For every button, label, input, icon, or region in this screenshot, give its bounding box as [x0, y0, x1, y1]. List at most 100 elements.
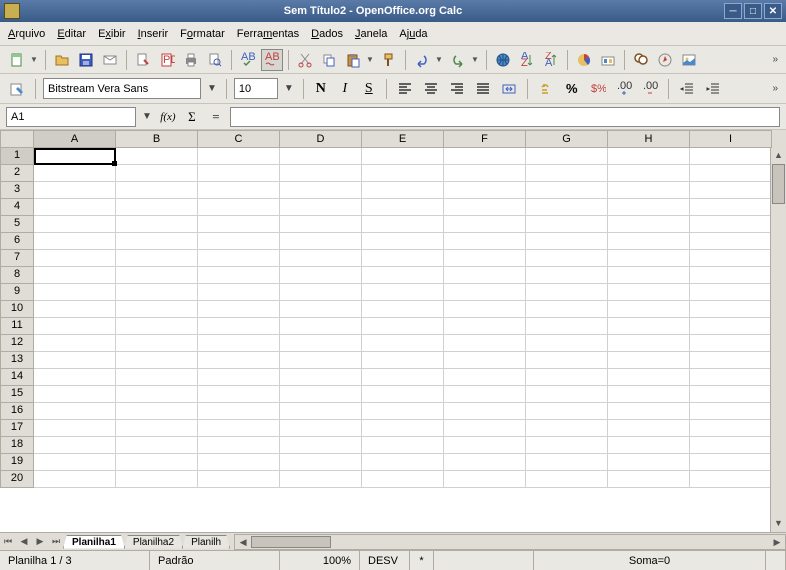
menu-ajuda[interactable]: Ajuda — [399, 28, 427, 40]
sheet-tab-3[interactable]: Planilh — [182, 535, 230, 549]
cell-A1[interactable] — [34, 148, 116, 165]
cell-C11[interactable] — [198, 318, 280, 335]
undo-button[interactable] — [411, 49, 433, 71]
underline-button[interactable]: S — [359, 79, 379, 99]
column-header-F[interactable]: F — [444, 130, 526, 148]
cell-A4[interactable] — [34, 199, 116, 216]
row-header-11[interactable]: 11 — [0, 318, 34, 335]
cell-B7[interactable] — [116, 250, 198, 267]
print-button[interactable] — [180, 49, 202, 71]
cell-I14[interactable] — [690, 369, 772, 386]
menu-inserir[interactable]: Inserir — [138, 28, 169, 40]
sort-desc-button[interactable]: ZA — [540, 49, 562, 71]
cell-H15[interactable] — [608, 386, 690, 403]
cell-H3[interactable] — [608, 182, 690, 199]
cell-A7[interactable] — [34, 250, 116, 267]
cell-D1[interactable] — [280, 148, 362, 165]
name-box-dropdown[interactable]: ▼ — [140, 111, 154, 122]
cell-D4[interactable] — [280, 199, 362, 216]
cell-F18[interactable] — [444, 437, 526, 454]
cell-H4[interactable] — [608, 199, 690, 216]
row-header-3[interactable]: 3 — [0, 182, 34, 199]
cell-E14[interactable] — [362, 369, 444, 386]
cell-I11[interactable] — [690, 318, 772, 335]
styles-button[interactable] — [6, 78, 28, 100]
cell-A15[interactable] — [34, 386, 116, 403]
cell-I19[interactable] — [690, 454, 772, 471]
cell-F3[interactable] — [444, 182, 526, 199]
row-header-13[interactable]: 13 — [0, 352, 34, 369]
redo-dropdown[interactable]: ▼ — [471, 55, 481, 64]
row-header-20[interactable]: 20 — [0, 471, 34, 488]
cell-F9[interactable] — [444, 284, 526, 301]
cell-G19[interactable] — [526, 454, 608, 471]
row-header-8[interactable]: 8 — [0, 267, 34, 284]
tab-next-button[interactable]: ▶ — [32, 534, 48, 550]
navigator-button[interactable] — [654, 49, 676, 71]
font-size-dropdown[interactable]: ▼ — [282, 83, 296, 94]
cell-H11[interactable] — [608, 318, 690, 335]
new-button[interactable] — [6, 49, 28, 71]
cell-E12[interactable] — [362, 335, 444, 352]
cell-G11[interactable] — [526, 318, 608, 335]
cell-A18[interactable] — [34, 437, 116, 454]
align-left-button[interactable] — [394, 78, 416, 100]
cell-F12[interactable] — [444, 335, 526, 352]
cell-I20[interactable] — [690, 471, 772, 488]
sheet-tab-2[interactable]: Planilha2 — [124, 535, 183, 549]
row-header-19[interactable]: 19 — [0, 454, 34, 471]
row-header-1[interactable]: 1 — [0, 148, 34, 165]
cell-D3[interactable] — [280, 182, 362, 199]
currency-button[interactable] — [535, 78, 557, 100]
cell-C15[interactable] — [198, 386, 280, 403]
cell-H2[interactable] — [608, 165, 690, 182]
cell-C6[interactable] — [198, 233, 280, 250]
maximize-button[interactable]: □ — [744, 3, 762, 19]
cell-B10[interactable] — [116, 301, 198, 318]
autospell-button[interactable]: ABC — [261, 49, 283, 71]
cell-A9[interactable] — [34, 284, 116, 301]
row-header-15[interactable]: 15 — [0, 386, 34, 403]
cell-I10[interactable] — [690, 301, 772, 318]
cell-H1[interactable] — [608, 148, 690, 165]
open-button[interactable] — [51, 49, 73, 71]
cell-E6[interactable] — [362, 233, 444, 250]
cell-A11[interactable] — [34, 318, 116, 335]
sum-button[interactable]: Σ — [182, 107, 202, 127]
row-header-18[interactable]: 18 — [0, 437, 34, 454]
cell-A2[interactable] — [34, 165, 116, 182]
cell-G5[interactable] — [526, 216, 608, 233]
column-header-C[interactable]: C — [198, 130, 280, 148]
row-header-16[interactable]: 16 — [0, 403, 34, 420]
cell-I6[interactable] — [690, 233, 772, 250]
cell-D9[interactable] — [280, 284, 362, 301]
cell-F13[interactable] — [444, 352, 526, 369]
cell-A16[interactable] — [34, 403, 116, 420]
cell-A14[interactable] — [34, 369, 116, 386]
cell-A6[interactable] — [34, 233, 116, 250]
gallery-button[interactable] — [678, 49, 700, 71]
menu-ferramentas[interactable]: Ferramentas — [237, 28, 299, 40]
cell-F4[interactable] — [444, 199, 526, 216]
row-header-4[interactable]: 4 — [0, 199, 34, 216]
email-button[interactable] — [99, 49, 121, 71]
cell-I13[interactable] — [690, 352, 772, 369]
cell-E2[interactable] — [362, 165, 444, 182]
cell-A20[interactable] — [34, 471, 116, 488]
menu-exibir[interactable]: Exibir — [98, 28, 126, 40]
name-box[interactable]: A1 — [6, 107, 136, 127]
cell-A10[interactable] — [34, 301, 116, 318]
cell-G1[interactable] — [526, 148, 608, 165]
cell-H10[interactable] — [608, 301, 690, 318]
cell-G9[interactable] — [526, 284, 608, 301]
cell-I17[interactable] — [690, 420, 772, 437]
show-draw-button[interactable] — [597, 49, 619, 71]
font-size-combo[interactable]: 10 — [234, 78, 278, 99]
paste-button[interactable] — [342, 49, 364, 71]
cell-D10[interactable] — [280, 301, 362, 318]
row-header-6[interactable]: 6 — [0, 233, 34, 250]
standard-format-button[interactable]: $% — [587, 78, 609, 100]
cell-C13[interactable] — [198, 352, 280, 369]
cell-B5[interactable] — [116, 216, 198, 233]
align-center-button[interactable] — [420, 78, 442, 100]
